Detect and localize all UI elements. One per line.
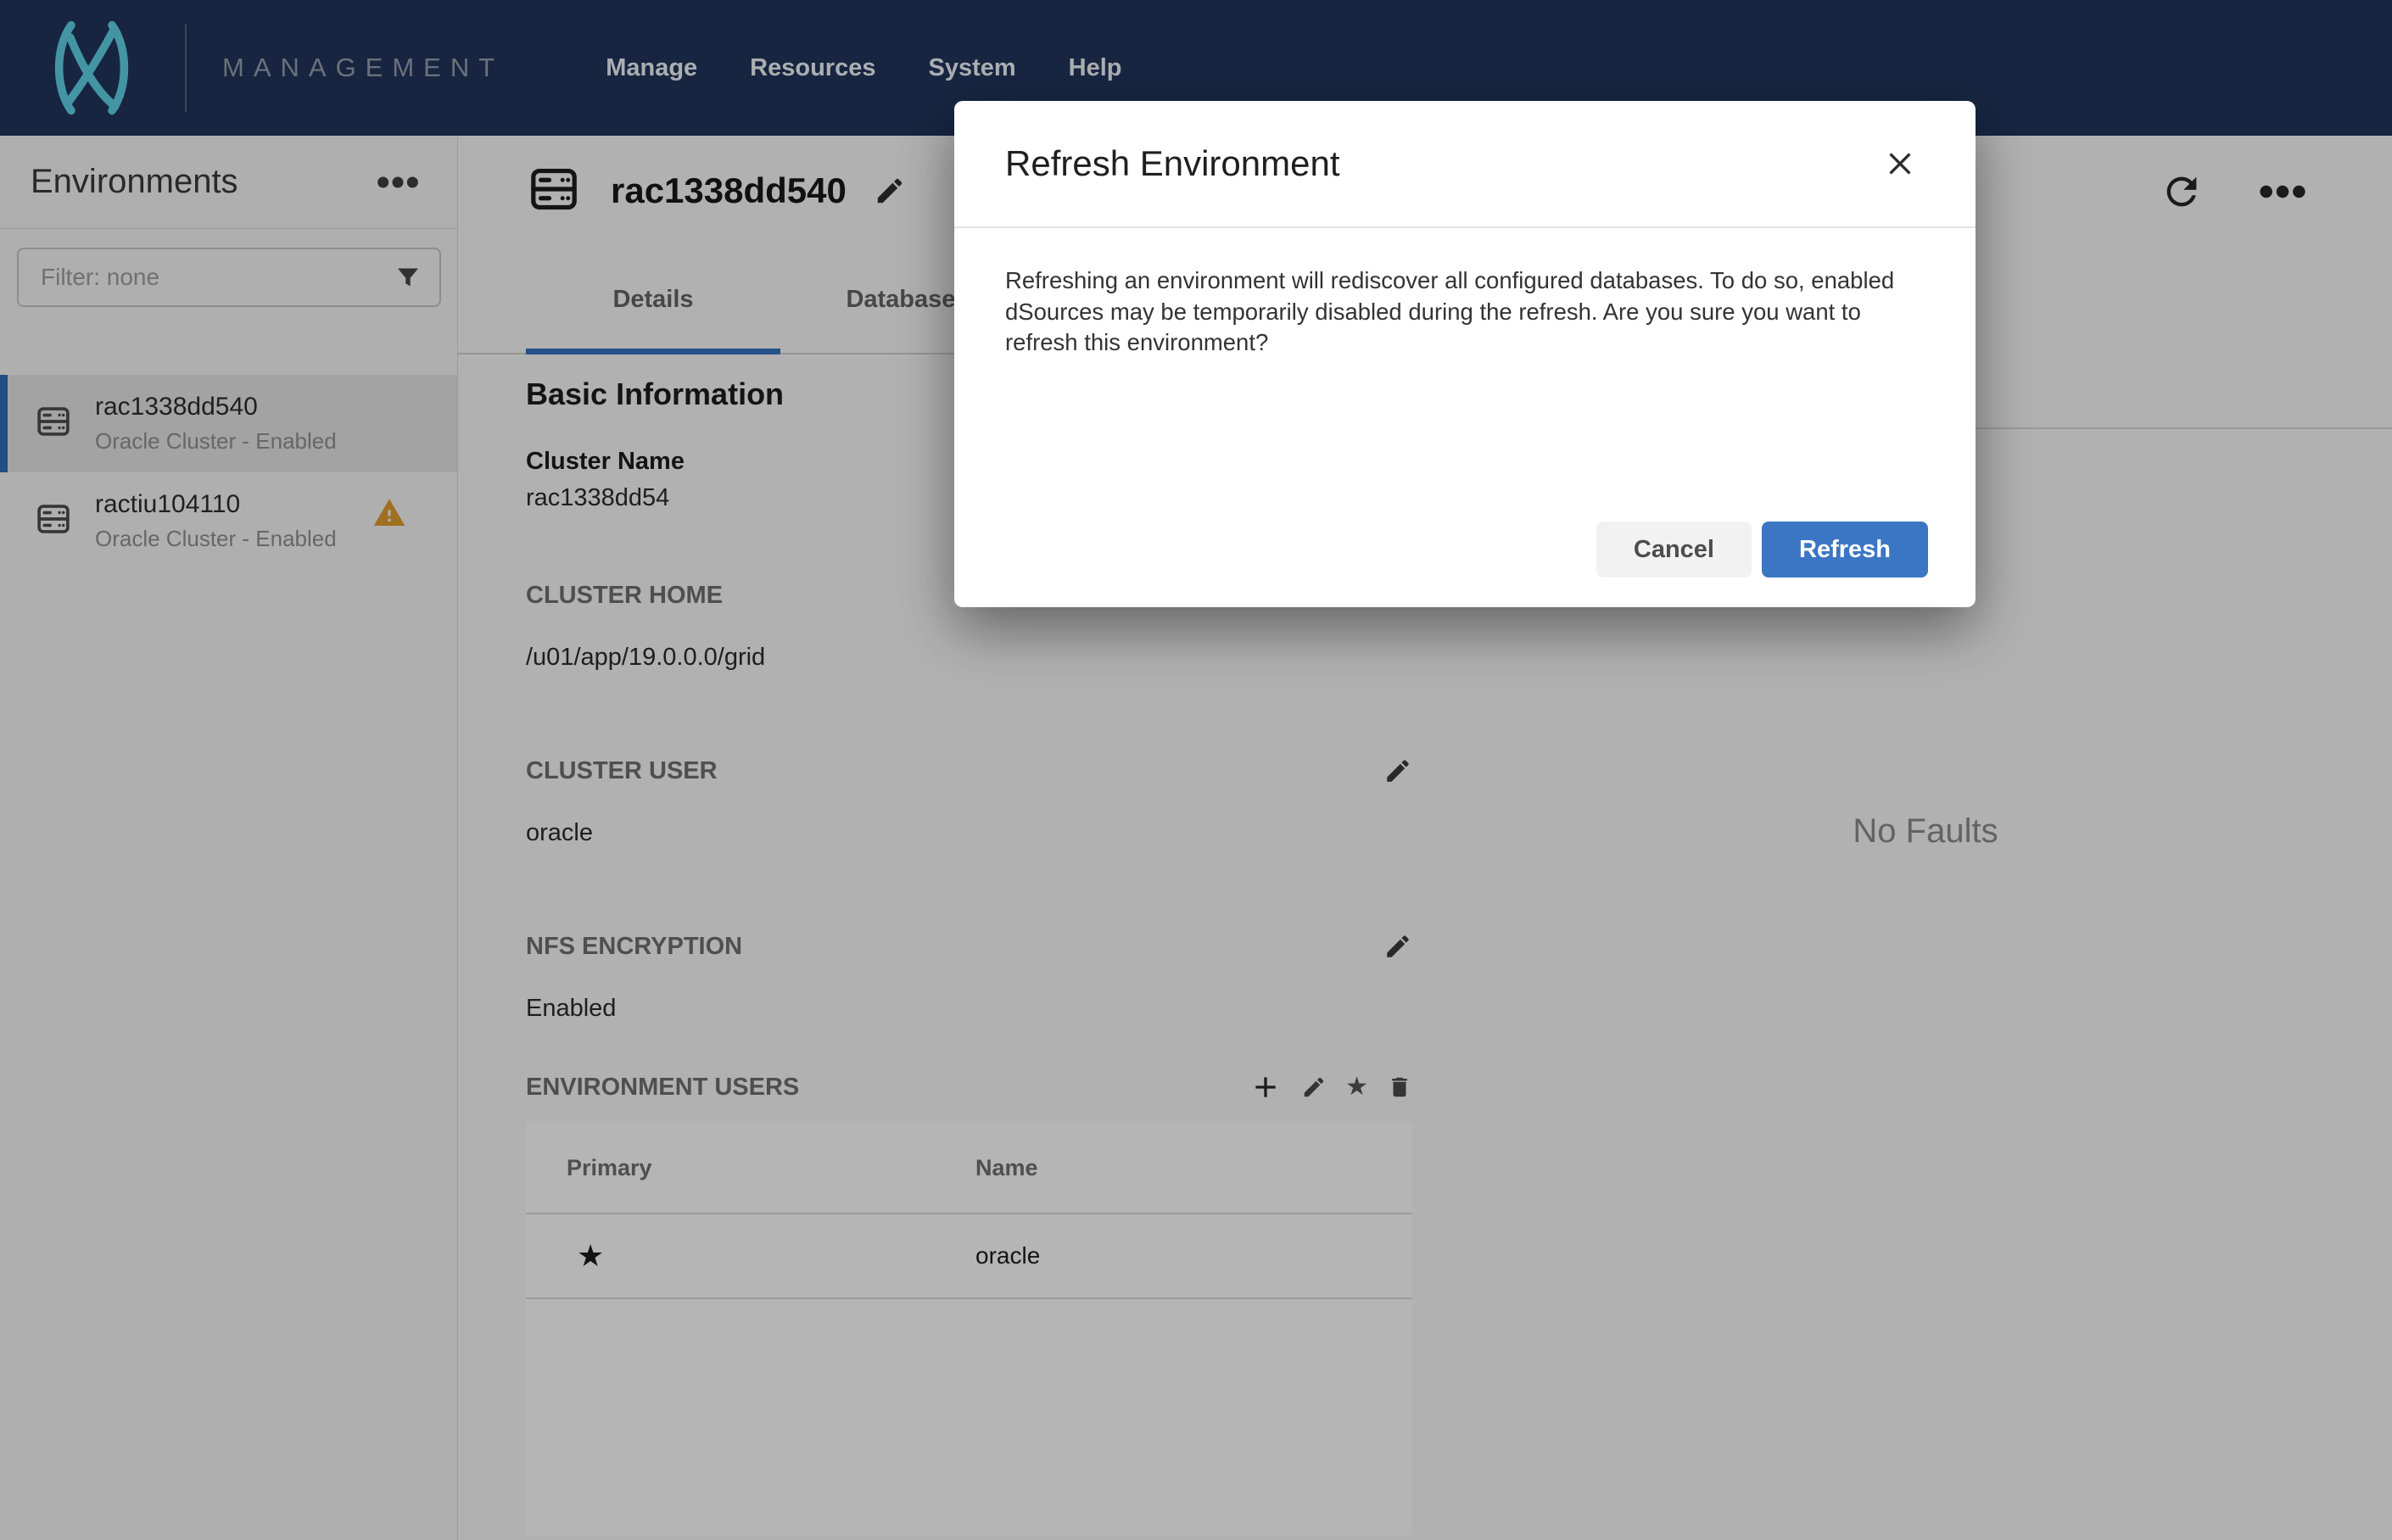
refresh-button[interactable]: Refresh	[1762, 522, 1928, 578]
dialog-message: Refreshing an environment will rediscove…	[1005, 267, 1895, 355]
dialog-footer: Cancel Refresh	[1596, 522, 1928, 578]
dialog-body: Refreshing an environment will rediscove…	[954, 228, 1976, 359]
close-icon[interactable]	[1884, 148, 1916, 180]
refresh-environment-dialog: Refresh Environment Refreshing an enviro…	[954, 101, 1976, 607]
dialog-title: Refresh Environment	[1005, 143, 1340, 183]
cancel-button[interactable]: Cancel	[1596, 522, 1752, 578]
dialog-header: Refresh Environment	[954, 101, 1976, 228]
